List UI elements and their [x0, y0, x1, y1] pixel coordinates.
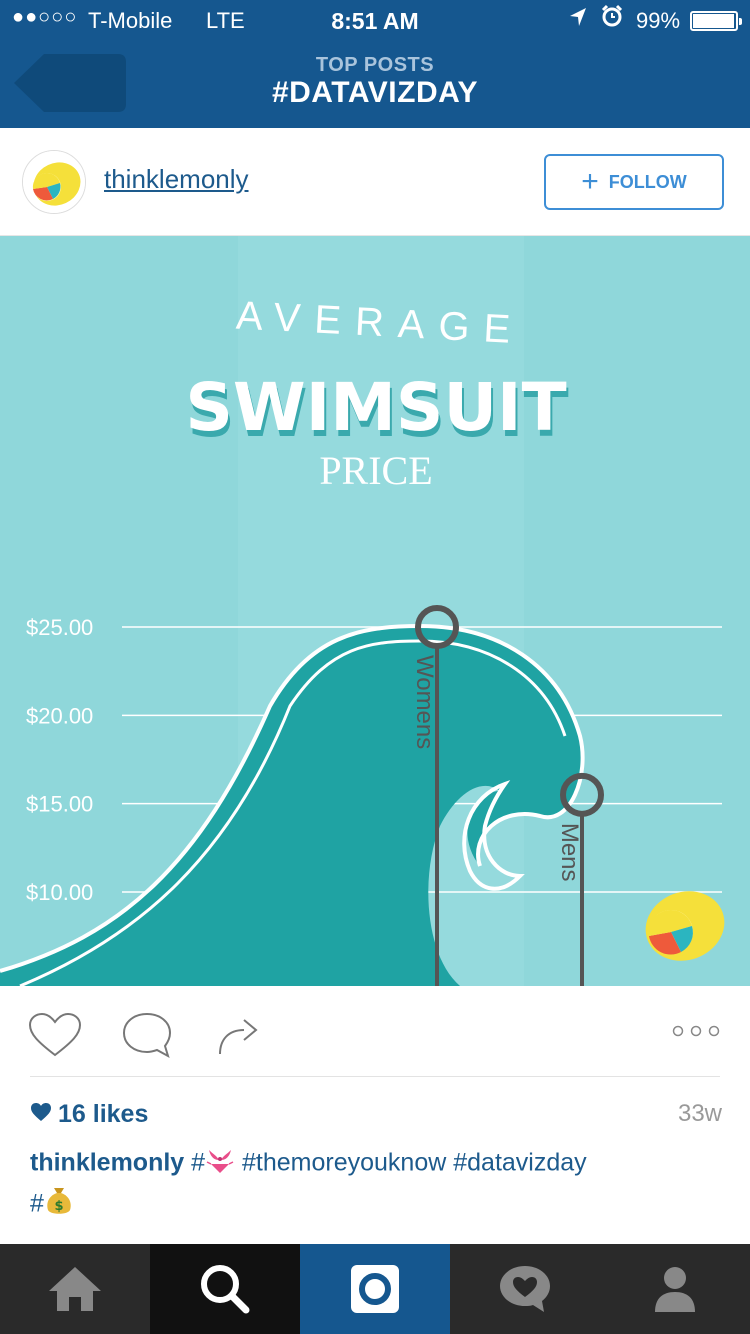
post-caption: thinklemonly # #themoreyouknow #datavizd…	[30, 1144, 720, 1226]
activity-heart-icon	[500, 1266, 550, 1312]
like-heart-icon[interactable]	[28, 1012, 82, 1058]
follow-button[interactable]: + FOLLOW	[544, 154, 724, 210]
more-options-icon[interactable]	[672, 1024, 720, 1038]
page-title: #DATAVIZDAY	[271, 76, 479, 109]
tab-camera[interactable]	[300, 1244, 450, 1334]
chart-title-line3: PRICE	[319, 448, 432, 493]
share-arrow-icon[interactable]	[214, 1010, 262, 1058]
likes-heart-icon	[31, 1103, 51, 1121]
bikini-emoji	[205, 1144, 235, 1184]
search-icon	[201, 1265, 250, 1314]
svg-text:$: $	[54, 1199, 63, 1214]
post-username[interactable]: thinklemonly	[104, 164, 249, 195]
profile-icon	[655, 1267, 695, 1312]
tab-profile[interactable]	[600, 1244, 750, 1334]
tab-bar	[0, 1244, 750, 1334]
tab-activity[interactable]	[450, 1244, 600, 1334]
likes-count[interactable]: 16 likes	[58, 1100, 148, 1129]
follow-label: FOLLOW	[608, 171, 687, 192]
likes-row: 16 likes 33w	[30, 1100, 722, 1132]
top-bar: ●●○○○ T-Mobile LTE 8:51 AM 99% TOP POSTS…	[0, 0, 750, 128]
caption-hashtags[interactable]: #themoreyouknow #datavizday	[242, 1149, 587, 1177]
divider	[30, 1076, 720, 1077]
post-header: thinklemonly + FOLLOW	[0, 128, 750, 236]
caption-username[interactable]: thinklemonly	[30, 1149, 184, 1177]
post-time-ago: 33w	[677, 1100, 722, 1127]
comment-icon[interactable]	[120, 1010, 174, 1060]
location-arrow-icon	[568, 6, 588, 34]
caption-hashtag-2[interactable]: #	[30, 1190, 44, 1218]
lemon-logo-icon	[23, 151, 85, 213]
swimsuit-price-chart: AVERAGE SWIMSUIT SWIMSUIT PRICE $10.00$1…	[0, 236, 750, 986]
chart-y-tick-label: $25.00	[26, 615, 93, 640]
nav-overline: TOP POSTS	[315, 54, 435, 76]
tab-search[interactable]	[150, 1244, 300, 1334]
avatar[interactable]	[22, 150, 86, 214]
alarm-clock-icon	[600, 4, 624, 34]
money-bag-emoji: $	[44, 1184, 74, 1226]
battery-icon	[690, 11, 742, 31]
status-bar: ●●○○○ T-Mobile LTE 8:51 AM 99%	[0, 0, 750, 40]
chart-series-label: Womens	[411, 655, 438, 749]
post-actions	[0, 986, 750, 1078]
chart-series-label: Mens	[556, 823, 583, 882]
home-icon	[49, 1267, 101, 1311]
plus-icon: +	[581, 165, 599, 198]
chart-y-tick-label: $15.00	[26, 792, 93, 817]
battery-percent: 99%	[636, 8, 681, 33]
camera-icon	[351, 1265, 399, 1313]
caption-hashtag-1[interactable]: #	[191, 1149, 205, 1177]
chart-y-tick-label: $20.00	[26, 703, 93, 728]
post-image[interactable]: AVERAGE SWIMSUIT SWIMSUIT PRICE $10.00 $1…	[0, 236, 750, 986]
chart-title-line2: SWIMSUIT	[185, 369, 566, 446]
tab-home[interactable]	[0, 1244, 150, 1334]
chart-y-tick-label: $10.00	[26, 880, 93, 905]
